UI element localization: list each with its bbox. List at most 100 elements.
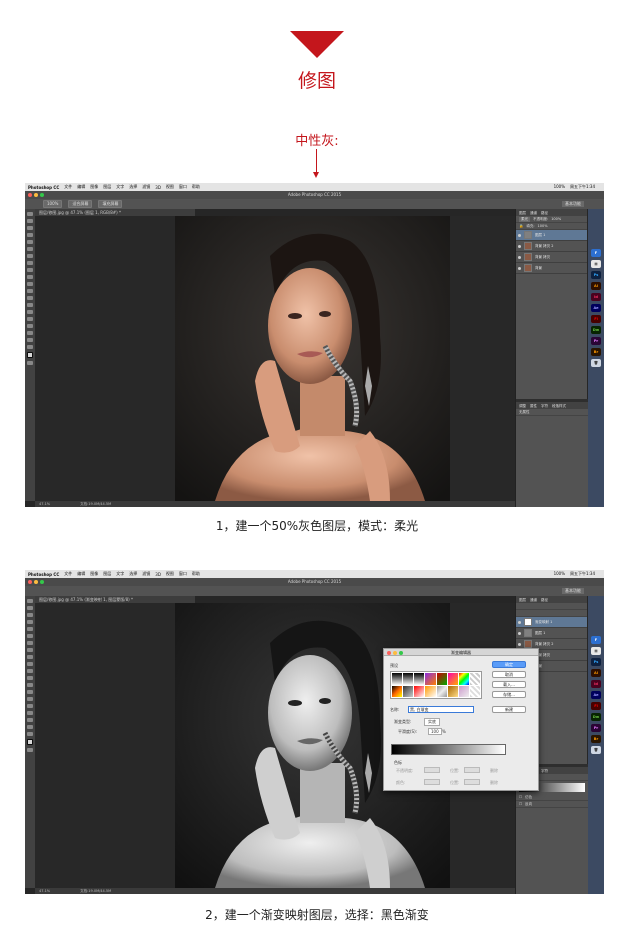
quick-mask-icon[interactable] — [27, 361, 33, 365]
layer-row[interactable]: 背景 — [516, 263, 587, 274]
stop-color-swatch[interactable] — [424, 779, 440, 785]
preset-swatch[interactable] — [469, 685, 480, 697]
dither-checkbox[interactable]: ☐ — [519, 795, 522, 799]
visibility-icon[interactable] — [518, 255, 521, 259]
preset-swatch[interactable] — [425, 685, 436, 697]
menu-3d[interactable]: 3D — [155, 572, 161, 577]
menu-file[interactable]: 文件 — [64, 184, 72, 190]
menu-app-name[interactable]: Photoshop CC — [28, 185, 59, 190]
menu-view[interactable]: 视图 — [166, 571, 174, 577]
move-tool-icon[interactable] — [27, 599, 33, 603]
healing-tool-icon[interactable] — [27, 254, 33, 258]
workspace-select[interactable]: 基本功能 — [562, 588, 584, 594]
zoom-100-button[interactable]: 100% — [43, 200, 63, 208]
preset-swatch[interactable] — [414, 685, 425, 697]
pen-tool-icon[interactable] — [27, 697, 33, 701]
menu-layer[interactable]: 图层 — [103, 184, 111, 190]
visibility-icon[interactable] — [518, 233, 521, 237]
menu-3d[interactable]: 3D — [155, 185, 161, 190]
ps-icon[interactable]: Ps — [591, 658, 601, 666]
shape-tool-icon[interactable] — [27, 718, 33, 722]
workspace-select[interactable]: 基本功能 — [562, 201, 584, 207]
id-icon[interactable]: Id — [591, 680, 601, 688]
preset-swatch[interactable] — [458, 673, 469, 685]
hand-tool-icon[interactable] — [27, 725, 33, 729]
an-icon[interactable]: Fl — [591, 702, 601, 710]
menu-select[interactable]: 选择 — [129, 184, 137, 190]
stop-color-location-input[interactable] — [464, 779, 480, 785]
pr-icon[interactable]: Pr — [591, 724, 601, 732]
stop-location-input[interactable] — [464, 767, 480, 773]
fill-screen-button[interactable]: 填充屏幕 — [98, 200, 123, 208]
healing-tool-icon[interactable] — [27, 641, 33, 645]
crop-tool-icon[interactable] — [27, 627, 33, 631]
tab-character[interactable]: 字符 — [541, 404, 548, 408]
tab-paragraph-styles[interactable]: 段落样式 — [552, 404, 566, 408]
marquee-tool-icon[interactable] — [27, 219, 33, 223]
save-button[interactable]: 存储... — [492, 691, 526, 698]
calendar-icon[interactable]: ▦ — [591, 260, 601, 268]
menu-help[interactable]: 帮助 — [192, 184, 200, 190]
close-icon[interactable] — [28, 193, 32, 197]
preset-swatch[interactable] — [392, 685, 403, 697]
menu-view[interactable]: 视图 — [166, 184, 174, 190]
preset-swatch[interactable] — [436, 685, 447, 697]
gradient-tool-icon[interactable] — [27, 676, 33, 680]
tab-channels[interactable]: 通道 — [530, 598, 537, 602]
ai-icon[interactable]: Ai — [591, 669, 601, 677]
dw-icon[interactable]: Dw — [591, 713, 601, 721]
tab-layers[interactable]: 图层 — [519, 598, 526, 602]
smoothness-input[interactable]: 100 — [428, 728, 442, 735]
preset-swatch[interactable] — [436, 673, 447, 685]
tab-channels[interactable]: 通道 — [530, 211, 537, 215]
tab-character[interactable]: 字符 — [541, 769, 548, 773]
zoom-tool-icon[interactable] — [27, 732, 33, 736]
quick-select-tool-icon[interactable] — [27, 233, 33, 237]
visibility-icon[interactable] — [518, 266, 521, 270]
blend-mode-select[interactable]: 柔光 — [519, 216, 530, 222]
move-tool-icon[interactable] — [27, 212, 33, 216]
type-tool-icon[interactable] — [27, 317, 33, 321]
brush-tool-icon[interactable] — [27, 261, 33, 265]
br-icon[interactable]: Br — [591, 735, 601, 743]
id-icon[interactable]: Id — [591, 293, 601, 301]
eyedropper-tool-icon[interactable] — [27, 634, 33, 638]
brush-tool-icon[interactable] — [27, 648, 33, 652]
stop-opacity-input[interactable] — [424, 767, 440, 773]
quick-select-tool-icon[interactable] — [27, 620, 33, 624]
menu-image[interactable]: 图像 — [90, 184, 98, 190]
zoom-readout[interactable]: 47.1% — [39, 888, 50, 894]
path-select-icon[interactable] — [27, 711, 33, 715]
foreground-color-swatch[interactable] — [27, 739, 33, 745]
gradient-presets-grid[interactable] — [390, 671, 482, 699]
marquee-tool-icon[interactable] — [27, 606, 33, 610]
menu-type[interactable]: 文字 — [116, 571, 124, 577]
visibility-icon[interactable] — [518, 642, 521, 646]
stamp-tool-icon[interactable] — [27, 268, 33, 272]
preset-swatch[interactable] — [425, 673, 436, 685]
document-tab[interactable]: 图层/修图.jpg @ 47.1% (渐变映射 1, 图层蒙版/8) * — [35, 596, 195, 603]
layer-row[interactable]: 背景 拷贝 — [516, 252, 587, 263]
layer-row[interactable]: 图层 1 — [516, 628, 587, 639]
preset-swatch[interactable] — [403, 673, 414, 685]
menu-edit[interactable]: 编辑 — [77, 184, 85, 190]
calendar-icon[interactable]: ▦ — [591, 647, 601, 655]
menu-image[interactable]: 图像 — [90, 571, 98, 577]
lasso-tool-icon[interactable] — [27, 226, 33, 230]
tab-paths[interactable]: 路径 — [541, 598, 548, 602]
ae-icon[interactable]: Ae — [591, 304, 601, 312]
gradient-name-input[interactable]: 黑, 白渐变 — [408, 706, 474, 713]
minimize-icon[interactable] — [393, 650, 397, 655]
tab-adjustments[interactable]: 调整 — [519, 404, 526, 408]
visibility-icon[interactable] — [518, 620, 521, 624]
layer-row[interactable]: 渐变映射 1 — [516, 617, 587, 628]
menu-help[interactable]: 帮助 — [192, 571, 200, 577]
blur-tool-icon[interactable] — [27, 296, 33, 300]
menu-app-name[interactable]: Photoshop CC — [28, 572, 59, 577]
stop-color-delete-button[interactable]: 删除 — [490, 780, 498, 786]
window-controls[interactable] — [28, 580, 44, 584]
preset-swatch[interactable] — [447, 673, 458, 685]
preset-swatch[interactable] — [447, 685, 458, 697]
history-brush-icon[interactable] — [27, 662, 33, 666]
zoom-icon[interactable] — [40, 580, 44, 584]
